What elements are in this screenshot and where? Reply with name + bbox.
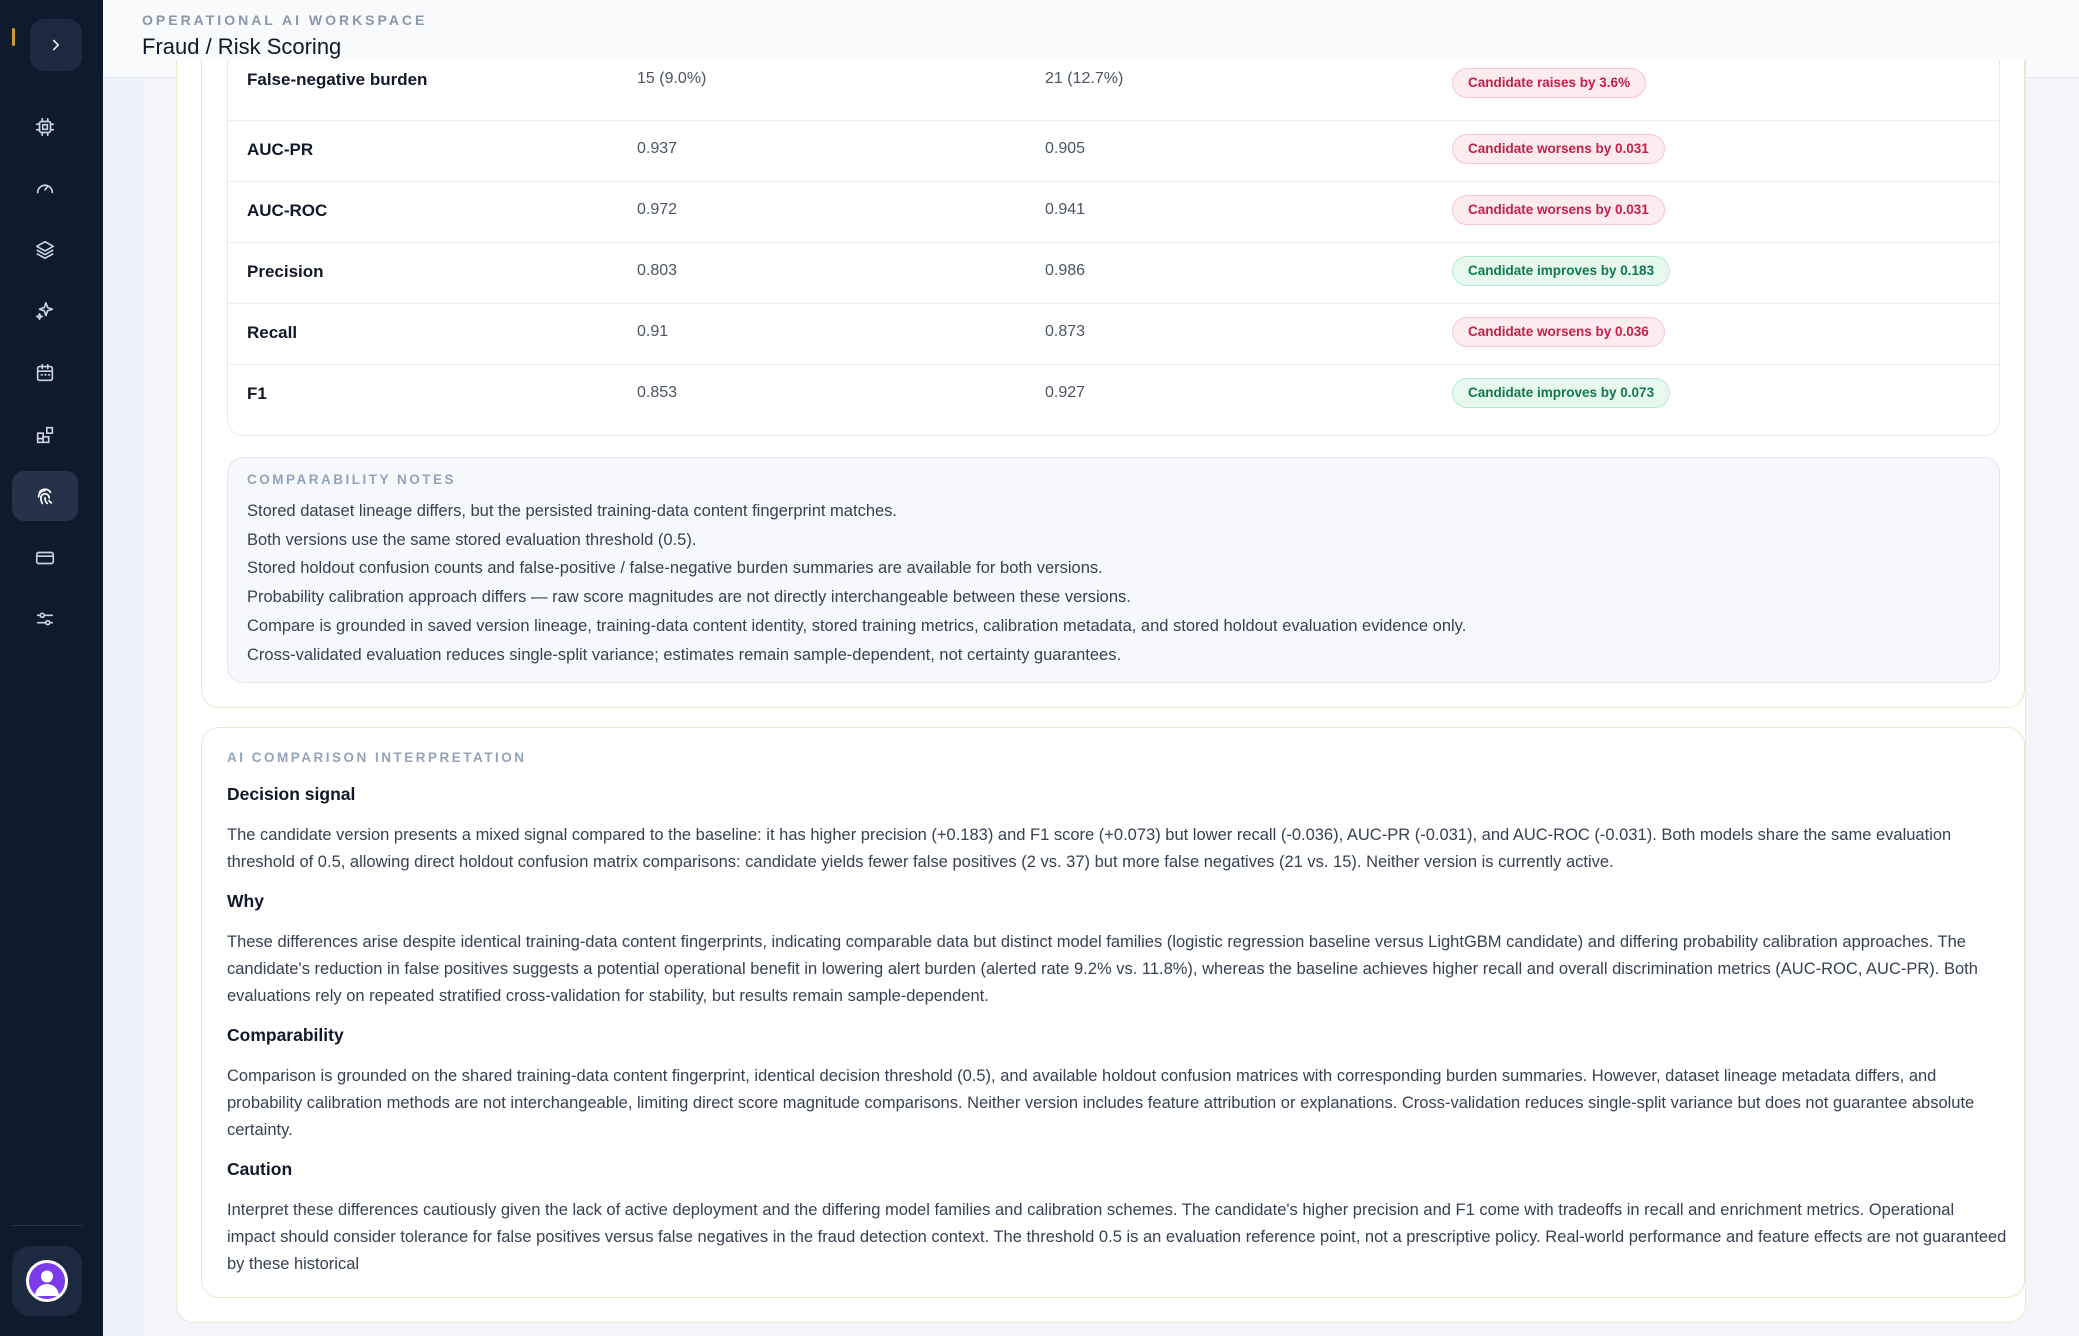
section-heading: Comparability bbox=[227, 1025, 344, 1045]
sidebar-item-schedule[interactable] bbox=[12, 348, 78, 398]
delta-badge: Candidate raises by 3.6% bbox=[1452, 68, 1647, 98]
comparability-notes: COMPARABILITY NOTES Stored dataset linea… bbox=[227, 457, 2000, 683]
section-body: Comparison is grounded on the shared tra… bbox=[227, 1067, 1975, 1139]
section-body: The candidate version presents a mixed s… bbox=[227, 826, 1952, 871]
candidate-value: 0.941 bbox=[1045, 201, 1086, 218]
candidate-value: 0.873 bbox=[1045, 323, 1086, 340]
section-body: Interpret these differences cautiously g… bbox=[227, 1201, 2007, 1273]
sidebar-item-settings[interactable] bbox=[12, 594, 78, 644]
delta-badge: Candidate worsens by 0.036 bbox=[1452, 317, 1665, 347]
sidebar-item-models[interactable] bbox=[12, 102, 78, 152]
metric-name: AUC-ROC bbox=[247, 201, 328, 220]
user-icon bbox=[35, 1270, 59, 1296]
section-heading: Why bbox=[227, 891, 264, 911]
note-line: Stored holdout confusion counts and fals… bbox=[247, 559, 1103, 577]
page-title: Fraud / Risk Scoring bbox=[142, 34, 342, 59]
avatar bbox=[26, 1260, 68, 1302]
calendar-icon bbox=[36, 363, 54, 382]
gauge-icon bbox=[36, 184, 54, 194]
delta-badge: Candidate improves by 0.073 bbox=[1452, 378, 1671, 408]
candidate-value: 21 (12.7%) bbox=[1045, 70, 1124, 87]
note-line: Probability calibration approach differs… bbox=[247, 588, 1131, 606]
table-row: AUC-ROC 0.972 0.941 Candidate worsens by… bbox=[228, 182, 2001, 243]
metric-name: Precision bbox=[247, 262, 324, 281]
sidebar-item-insights[interactable] bbox=[12, 286, 78, 336]
table-row: Precision 0.803 0.986 Candidate improves… bbox=[228, 243, 2001, 304]
sparkles-icon bbox=[35, 301, 54, 321]
delta-badge: Candidate worsens by 0.031 bbox=[1452, 195, 1665, 225]
ai-section-title: AI COMPARISON INTERPRETATION bbox=[227, 750, 527, 765]
card-icon bbox=[35, 551, 55, 565]
layers-icon bbox=[35, 240, 55, 260]
table-row: Recall 0.91 0.873 Candidate worsens by 0… bbox=[228, 304, 2001, 365]
metric-name: Recall bbox=[247, 323, 298, 342]
blocks-icon bbox=[36, 426, 54, 444]
metric-name: False-negative burden bbox=[247, 70, 428, 89]
cpu-icon bbox=[35, 117, 55, 137]
fingerprint-icon bbox=[37, 488, 53, 505]
table-row: F1 0.853 0.927 Candidate improves by 0.0… bbox=[228, 365, 2001, 426]
note-line: Both versions use the same stored evalua… bbox=[247, 531, 697, 549]
delta-badge: Candidate improves by 0.183 bbox=[1452, 256, 1671, 286]
candidate-value: 0.927 bbox=[1045, 384, 1086, 401]
baseline-value: 0.937 bbox=[637, 140, 678, 157]
metric-name: F1 bbox=[247, 384, 267, 403]
brand-accent bbox=[12, 28, 15, 46]
section-body: These differences arise despite identica… bbox=[227, 933, 1978, 1005]
sidebar bbox=[0, 0, 103, 1336]
content-gutter bbox=[103, 78, 143, 1336]
metrics-table: False-negative burden 15 (9.0%) 21 (12.7… bbox=[227, 60, 2001, 436]
workspace-label: OPERATIONAL AI WORKSPACE bbox=[142, 12, 428, 28]
note-line: Stored dataset lineage differs, but the … bbox=[247, 502, 898, 520]
section-heading: Decision signal bbox=[227, 784, 356, 804]
baseline-value: 0.91 bbox=[637, 323, 669, 340]
metric-name: AUC-PR bbox=[247, 140, 314, 159]
baseline-value: 0.972 bbox=[637, 201, 678, 218]
candidate-value: 0.986 bbox=[1045, 262, 1086, 279]
chevron-right-icon bbox=[52, 39, 60, 51]
baseline-value: 15 (9.0%) bbox=[637, 70, 707, 87]
sidebar-item-integrations[interactable] bbox=[12, 410, 78, 460]
sidebar-item-dashboard[interactable] bbox=[12, 163, 78, 213]
delta-badge: Candidate worsens by 0.031 bbox=[1452, 134, 1665, 164]
sidebar-item-fraud-scoring[interactable] bbox=[12, 471, 78, 521]
ai-interpretation-panel: AI COMPARISON INTERPRETATION Decision si… bbox=[201, 727, 2025, 1298]
sidebar-item-datasets[interactable] bbox=[12, 225, 78, 275]
sidebar-item-billing[interactable] bbox=[12, 533, 78, 583]
note-line: Compare is grounded in saved version lin… bbox=[247, 617, 1467, 635]
baseline-value: 0.803 bbox=[637, 262, 678, 279]
note-line: Cross-validated evaluation reduces singl… bbox=[247, 646, 1122, 664]
user-menu-button[interactable] bbox=[12, 1246, 82, 1316]
notes-title: COMPARABILITY NOTES bbox=[247, 472, 457, 487]
sidebar-expand-button[interactable] bbox=[30, 19, 82, 71]
table-row: False-negative burden 15 (9.0%) 21 (12.7… bbox=[228, 60, 2001, 121]
sliders-icon bbox=[36, 612, 54, 626]
baseline-value: 0.853 bbox=[637, 384, 678, 401]
candidate-value: 0.905 bbox=[1045, 140, 1086, 157]
sidebar-divider bbox=[12, 1225, 82, 1226]
section-heading: Caution bbox=[227, 1159, 293, 1179]
table-row: AUC-PR 0.937 0.905 Candidate worsens by … bbox=[228, 121, 2001, 182]
